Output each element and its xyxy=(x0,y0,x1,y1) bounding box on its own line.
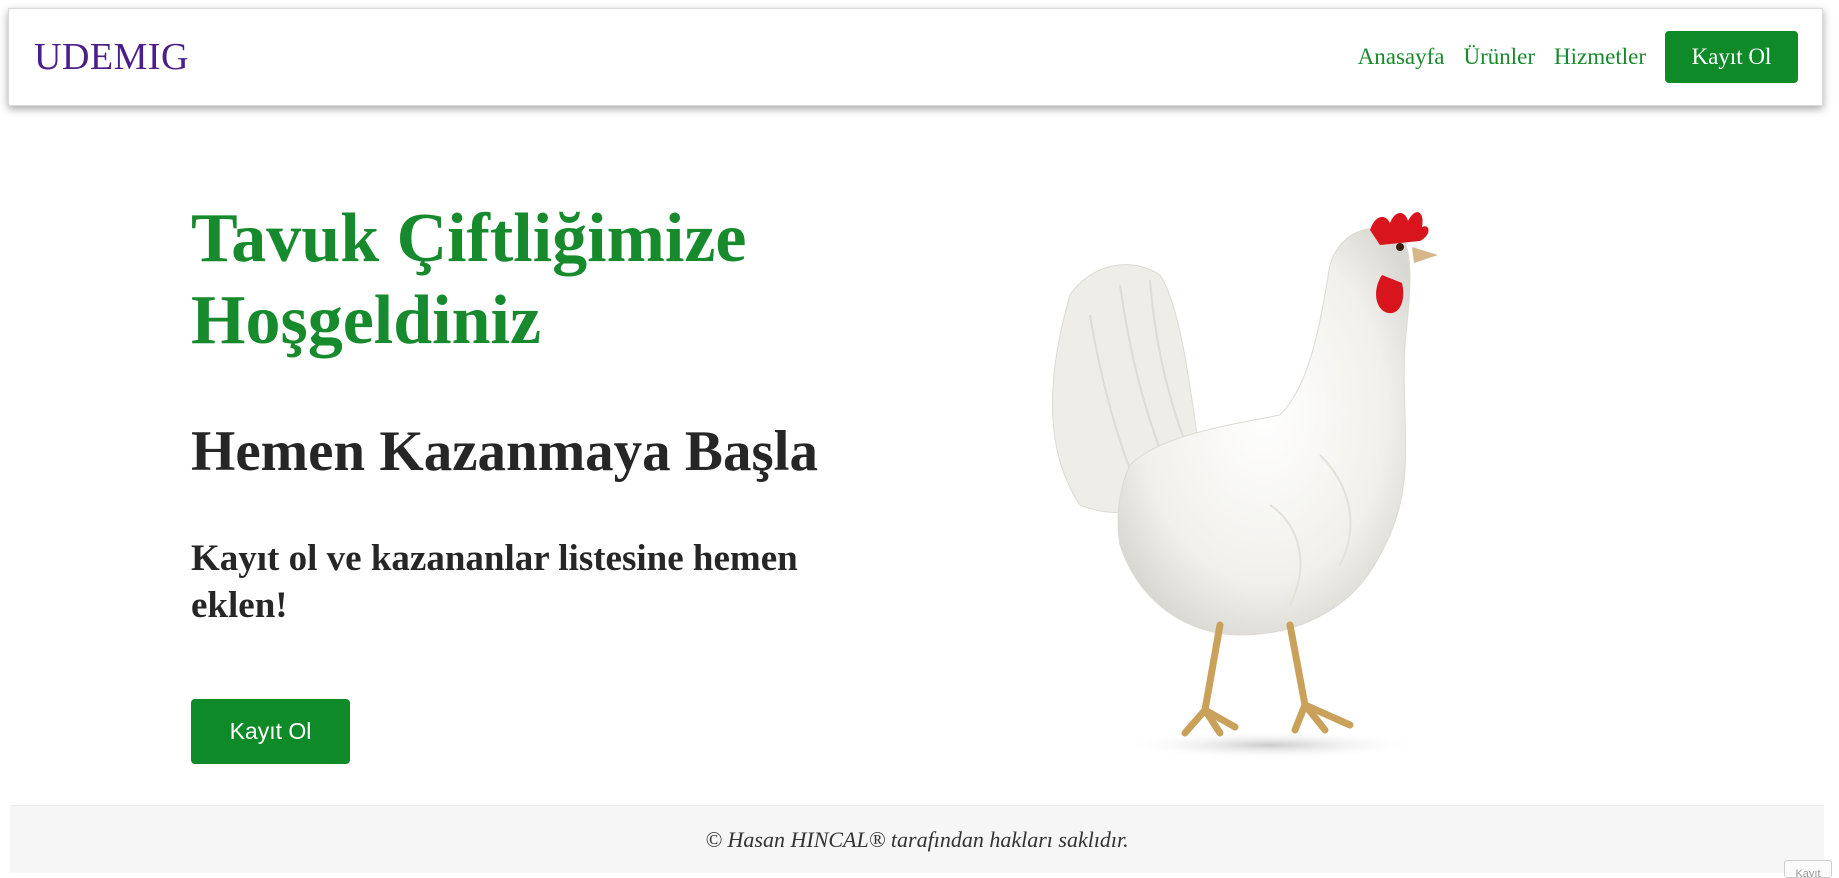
brand-logo[interactable]: UDEMIG xyxy=(34,35,189,79)
hero-title: Tavuk Çiftliğimize Hoşgeldiniz xyxy=(191,200,747,359)
leg-left xyxy=(1181,621,1239,737)
top-navbar: UDEMIG Anasayfa Ürünler Hizmetler Kayıt … xyxy=(8,8,1823,106)
hero-register-button[interactable]: Kayıt Ol xyxy=(191,699,350,764)
eye xyxy=(1396,243,1404,251)
beak xyxy=(1412,247,1438,263)
corner-register-chip[interactable]: Kayıt xyxy=(1784,860,1832,878)
nav-link-hizmetler[interactable]: Hizmetler xyxy=(1554,44,1646,70)
hero-description: Kayıt ol ve kazananlar listesine hemen e… xyxy=(191,538,798,626)
nav-link-urunler[interactable]: Ürünler xyxy=(1464,44,1536,70)
white-hen-image xyxy=(1020,205,1510,775)
nav-links: Anasayfa Ürünler Hizmetler Kayıt Ol xyxy=(1339,31,1798,83)
hero-text-block: Tavuk Çiftliğimize Hoşgeldiniz Hemen Kaz… xyxy=(191,198,891,629)
comb xyxy=(1370,212,1429,245)
copyright-text: © Hasan HINCAL® tarafından hakları saklı… xyxy=(705,826,1129,852)
nav-link-anasayfa[interactable]: Anasayfa xyxy=(1358,44,1445,70)
leg-right xyxy=(1286,621,1354,734)
ground-shadow xyxy=(1120,731,1420,759)
hero-subtitle: Hemen Kazanmaya Başla xyxy=(191,420,818,483)
page-footer: © Hasan HINCAL® tarafından hakları saklı… xyxy=(10,805,1824,873)
nav-register-button[interactable]: Kayıt Ol xyxy=(1665,31,1798,83)
